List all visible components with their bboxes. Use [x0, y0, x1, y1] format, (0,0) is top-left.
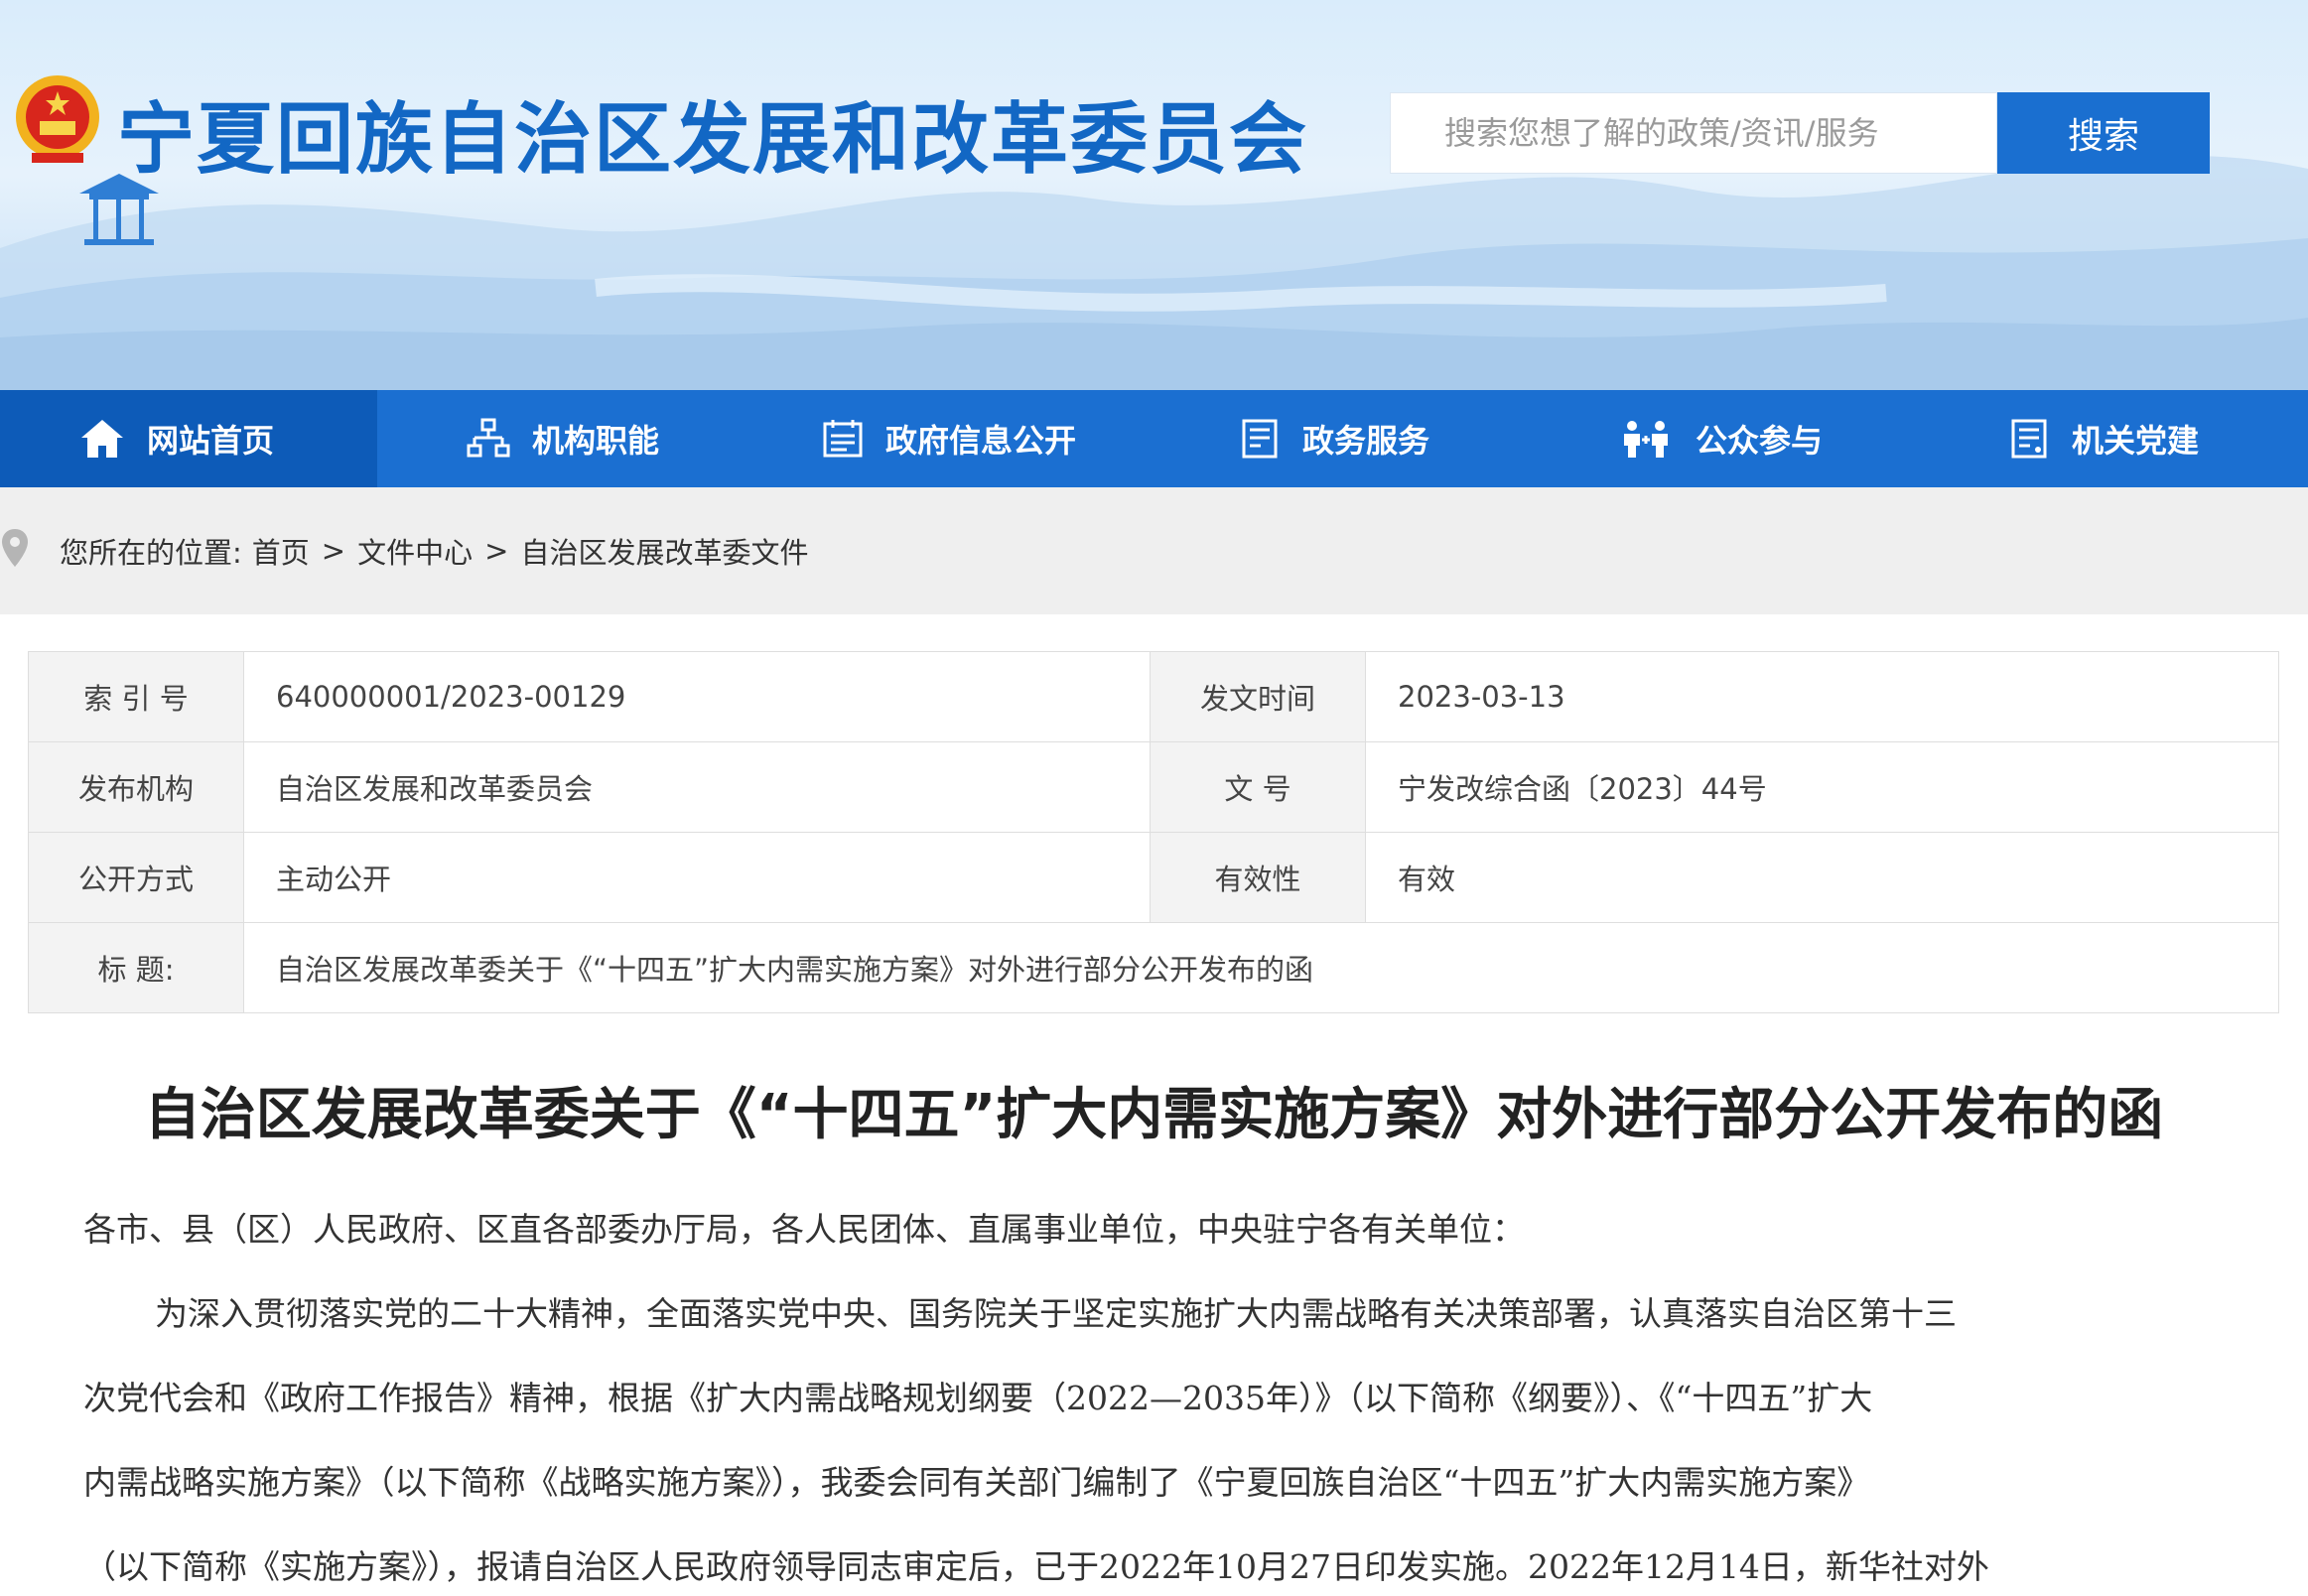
- breadcrumb-link-current[interactable]: 自治区发展改革委文件: [520, 530, 808, 572]
- table-row: 发布机构 自治区发展和改革委员会 文 号 宁发改综合函〔2023〕44号: [28, 741, 2279, 833]
- meta-label-mode: 公开方式: [28, 832, 244, 923]
- meta-label-index: 索 引 号: [28, 651, 244, 742]
- meta-label-date: 发文时间: [1150, 651, 1366, 742]
- search-button[interactable]: 搜索: [1997, 92, 2210, 174]
- meta-value-validity: 有效: [1365, 832, 2279, 923]
- main-nav: 网站首页 机构职能 政府信息公开 政务服务 公众参与 机关党建: [0, 390, 2308, 487]
- national-emblem-icon: [16, 75, 99, 163]
- article-title: 自治区发展改革委关于《“十四五”扩大内需实施方案》对外进行部分公开发布的函: [144, 1083, 2164, 1147]
- meta-value-title: 自治区发展改革委关于《“十四五”扩大内需实施方案》对外进行部分公开发布的函: [243, 922, 2279, 1013]
- mountain-landscape-image: [0, 155, 2308, 390]
- breadcrumb-separator: >: [484, 534, 509, 568]
- breadcrumb-separator: >: [321, 534, 346, 568]
- table-row: 标 题: 自治区发展改革委关于《“十四五”扩大内需实施方案》对外进行部分公开发布…: [28, 922, 2279, 1013]
- header-banner: 宁夏回族自治区发展和改革委员会 搜索: [0, 0, 2308, 390]
- breadcrumb-bar: 您所在的位置: 首页 > 文件中心 > 自治区发展改革委文件: [0, 487, 2308, 614]
- nav-item-party-building[interactable]: 机关党建: [2010, 390, 2199, 487]
- meta-label-validity: 有效性: [1150, 832, 1366, 923]
- nav-label-info-disclosure: 政府信息公开: [885, 422, 1077, 460]
- meta-value-publisher: 自治区发展和改革委员会: [243, 741, 1151, 833]
- breadcrumb-link-file-center[interactable]: 文件中心: [357, 530, 473, 572]
- meta-label-publisher: 发布机构: [28, 741, 244, 833]
- breadcrumb-link-home[interactable]: 首页: [252, 530, 310, 572]
- search-input[interactable]: [1391, 93, 1996, 173]
- nav-label-party-building: 机关党建: [2072, 422, 2200, 460]
- meta-label-docno: 文 号: [1150, 741, 1366, 833]
- table-row: 索 引 号 640000001/2023-00129 发文时间 2023-03-…: [28, 651, 2279, 742]
- article-paragraph-line: 内需战略实施方案》（以下简称《战略实施方案》），我委会同有关部门编制了《宁夏回族…: [83, 1463, 1870, 1502]
- home-icon: [81, 420, 123, 458]
- article-paragraph-line: 次党代会和《政府工作报告》精神，根据《扩大内需战略规划纲要（2022—2035年…: [83, 1379, 1873, 1417]
- nav-item-info-disclosure[interactable]: 政府信息公开: [822, 390, 1076, 487]
- meta-value-index: 640000001/2023-00129: [243, 651, 1151, 742]
- document-metadata-table: 索 引 号 640000001/2023-00129 发文时间 2023-03-…: [28, 651, 2279, 1013]
- nav-item-home[interactable]: 网站首页: [0, 390, 377, 487]
- table-row: 公开方式 主动公开 有效性 有效: [28, 832, 2279, 923]
- meta-value-mode: 主动公开: [243, 832, 1151, 923]
- document-icon: [1242, 419, 1278, 459]
- meta-value-date: 2023-03-13: [1365, 651, 2279, 742]
- org-chart-icon: [467, 418, 510, 458]
- nav-item-participation[interactable]: 公众参与: [1618, 390, 1823, 487]
- meta-label-title: 标 题:: [28, 922, 244, 1013]
- nav-label-home: 网站首页: [147, 422, 275, 460]
- nav-label-org: 机构职能: [532, 422, 660, 460]
- nav-label-participation: 公众参与: [1696, 422, 1824, 460]
- site-title: 宁夏回族自治区发展和改革委员会: [117, 94, 1309, 185]
- search-box: [1390, 92, 1997, 174]
- breadcrumb: 您所在的位置: 首页 > 文件中心 > 自治区发展改革委文件: [60, 487, 808, 614]
- list-doc-icon: [2011, 419, 2047, 459]
- location-pin-icon: [2, 529, 28, 567]
- meta-value-docno: 宁发改综合函〔2023〕44号: [1365, 741, 2279, 833]
- pavilion-icon: [79, 174, 159, 245]
- breadcrumb-prefix: 您所在的位置:: [60, 536, 242, 570]
- calendar-doc-icon: [823, 420, 863, 458]
- article-salutation: 各市、县（区）人民政府、区直各部委办厅局，各人民团体、直属事业单位，中央驻宁各有…: [83, 1210, 1525, 1249]
- article-paragraph-line: 为深入贯彻落实党的二十大精神，全面落实党中央、国务院关于坚定实施扩大内需战略有关…: [155, 1294, 1957, 1333]
- nav-item-services[interactable]: 政务服务: [1241, 390, 1429, 487]
- nav-label-services: 政务服务: [1302, 422, 1430, 460]
- people-icon: [1624, 421, 1668, 458]
- article-paragraph-line: （以下简称《实施方案》），报请自治区人民政府领导同志审定后，已于2022年10月…: [83, 1547, 1989, 1586]
- nav-item-org[interactable]: 机构职能: [467, 390, 659, 487]
